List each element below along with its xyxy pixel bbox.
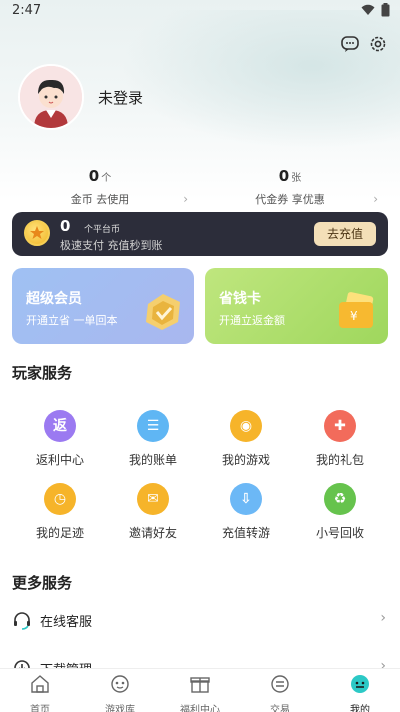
online-support-row[interactable]: 在线客服 › xyxy=(12,608,388,632)
saving-card[interactable]: 省钱卡 开通立返金额 ¥ xyxy=(205,268,388,344)
wallet-icon: ¥ xyxy=(339,292,374,328)
tab-label: 游戏库 xyxy=(105,705,135,712)
tab-profile[interactable]: 我的 xyxy=(320,673,400,712)
player-services-title: 玩家服务 xyxy=(12,364,73,382)
gold-coin-stat[interactable]: 0个 金币 去使用 › xyxy=(0,166,200,207)
rebate-glyph: 返 xyxy=(53,418,67,434)
platform-coin-count: 0 xyxy=(60,217,71,235)
status-bar: 2:47 xyxy=(0,0,400,22)
platform-coin-subtitle: 极速支付 充值秒到账 xyxy=(60,239,163,252)
invite-icon: ✉ xyxy=(137,483,169,515)
platform-coin-bar: 0 个平台币 极速支付 充值秒到账 去充值 xyxy=(12,212,388,256)
welfare-icon xyxy=(190,677,210,693)
footprint-icon: ◷ xyxy=(44,483,76,515)
recharge-button[interactable]: 去充值 xyxy=(314,222,376,246)
wallet-stats: 0个 金币 去使用 › 0张 代金券 享优惠 › xyxy=(0,166,400,210)
online-support-label: 在线客服 xyxy=(40,615,93,630)
voucher-count: 0 xyxy=(278,167,290,185)
svg-text:¥: ¥ xyxy=(350,309,358,323)
gold-coin-unit: 个 xyxy=(101,173,112,184)
service-label: 我的足迹 xyxy=(35,526,84,540)
service-label: 邀请好友 xyxy=(128,526,177,540)
service-my-games[interactable]: ◉ 我的游戏 xyxy=(196,410,296,468)
status-time: 2:47 xyxy=(12,3,42,18)
system-icons xyxy=(361,3,390,17)
settings-gear-icon[interactable] xyxy=(368,34,388,54)
vip-badge-icon xyxy=(146,294,180,330)
service-invite-friends[interactable]: ✉ 邀请好友 xyxy=(103,483,203,541)
service-my-bill[interactable]: ☰ 我的账单 xyxy=(103,410,203,468)
service-label: 小号回收 xyxy=(315,526,364,540)
bottom-tab-bar: 首页 游戏库 福利中心 交易 我的 xyxy=(0,668,400,712)
trade-icon xyxy=(271,675,289,693)
profile-icon xyxy=(351,675,369,693)
login-status-text[interactable]: 未登录 xyxy=(98,87,143,108)
service-label: 返利中心 xyxy=(35,453,84,467)
gamepad-icon: ◉ xyxy=(230,410,262,442)
service-label: 我的账单 xyxy=(128,453,177,467)
gold-coin-count: 0 xyxy=(88,167,100,185)
saving-card-title: 省钱卡 xyxy=(219,291,261,307)
super-member-card[interactable]: 超级会员 开通立省 一单回本 xyxy=(12,268,194,344)
gold-coin-label: 金币 去使用 xyxy=(70,193,130,206)
tab-label: 我的 xyxy=(350,705,370,712)
battery-icon xyxy=(381,3,390,17)
platform-coin-unit: 个平台币 xyxy=(84,225,121,235)
gift-glyph: ✚ xyxy=(334,418,346,434)
tab-game-library[interactable]: 游戏库 xyxy=(80,673,160,712)
service-label: 充值转游 xyxy=(221,526,270,540)
service-label: 我的游戏 xyxy=(221,453,270,467)
invite-glyph: ✉ xyxy=(147,491,159,507)
chevron-right-icon: › xyxy=(380,610,386,626)
chevron-right-icon: › xyxy=(183,192,188,206)
service-label: 我的礼包 xyxy=(315,453,364,467)
transfer-glyph: ⇩ xyxy=(240,491,252,507)
game-library-icon xyxy=(111,675,129,693)
bill-glyph: ☰ xyxy=(146,418,160,434)
tab-welfare-center[interactable]: 福利中心 xyxy=(160,673,240,712)
gamepad-glyph: ◉ xyxy=(239,418,253,434)
bill-icon: ☰ xyxy=(137,410,169,442)
service-my-footprint[interactable]: ◷ 我的足迹 xyxy=(10,483,110,541)
rebate-icon: 返 xyxy=(44,410,76,442)
tab-label: 福利中心 xyxy=(180,705,220,712)
avatar[interactable] xyxy=(18,64,84,130)
service-rebate-center[interactable]: 返 返利中心 xyxy=(10,410,110,468)
tab-label: 交易 xyxy=(270,705,290,712)
tab-trade[interactable]: 交易 xyxy=(240,673,320,712)
service-recharge-transfer[interactable]: ⇩ 充值转游 xyxy=(196,483,296,541)
voucher-label: 代金券 享优惠 xyxy=(255,193,325,206)
voucher-stat[interactable]: 0张 代金券 享优惠 › xyxy=(190,166,390,207)
voucher-unit: 张 xyxy=(291,173,302,184)
service-my-gifts[interactable]: ✚ 我的礼包 xyxy=(290,410,390,468)
wifi-icon xyxy=(361,4,375,15)
tab-home[interactable]: 首页 xyxy=(0,673,80,712)
recycle-icon: ♻ xyxy=(324,483,356,515)
super-member-title: 超级会员 xyxy=(26,291,82,307)
profile-header[interactable]: 未登录 xyxy=(18,64,143,130)
service-account-recycle[interactable]: ♻ 小号回收 xyxy=(290,483,390,541)
transfer-icon: ⇩ xyxy=(230,483,262,515)
more-services-title: 更多服务 xyxy=(12,574,73,592)
tab-label: 首页 xyxy=(30,705,50,712)
gift-icon: ✚ xyxy=(324,410,356,442)
super-member-subtitle: 开通立省 一单回本 xyxy=(26,314,118,327)
recycle-glyph: ♻ xyxy=(333,491,347,507)
top-actions xyxy=(340,34,388,54)
home-icon xyxy=(31,675,49,693)
message-icon[interactable] xyxy=(340,34,360,54)
chevron-right-icon: › xyxy=(373,192,378,206)
coin-icon xyxy=(24,220,50,246)
headset-icon xyxy=(14,612,30,630)
footprint-glyph: ◷ xyxy=(53,491,67,507)
saving-card-subtitle: 开通立返金额 xyxy=(219,314,285,327)
